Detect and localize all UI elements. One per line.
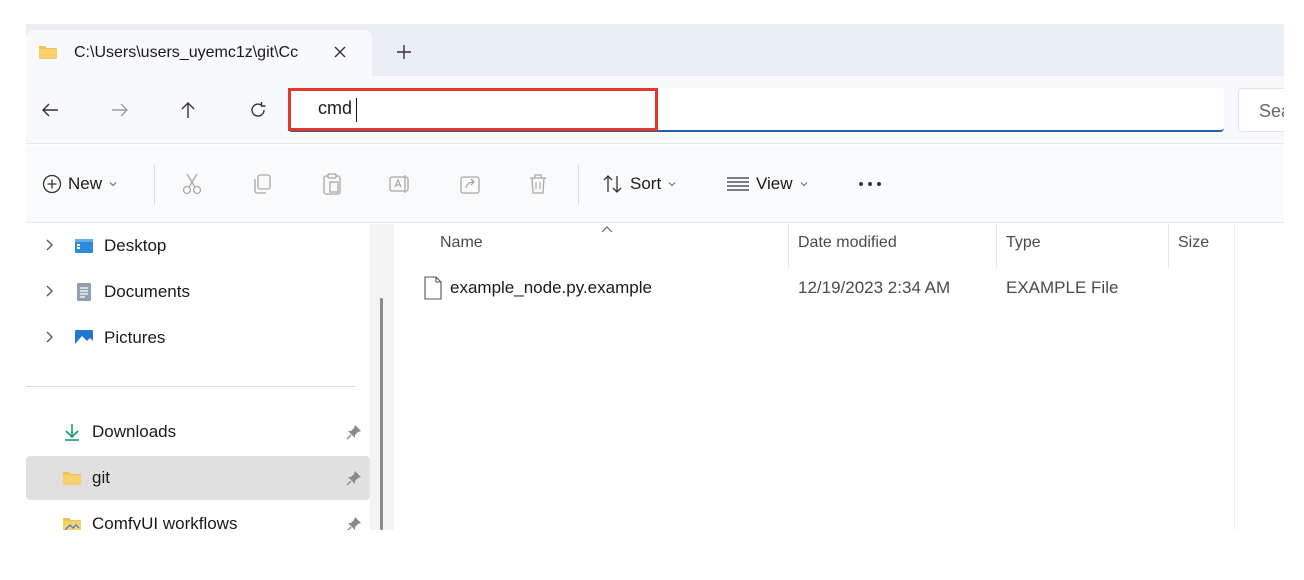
arrow-up-icon	[181, 102, 195, 118]
delete-button[interactable]	[524, 171, 552, 197]
share-icon	[460, 176, 480, 194]
table-row[interactable]: example_node.py.example 12/19/2023 2:34 …	[424, 274, 1264, 306]
file-date-modified: 12/19/2023 2:34 AM	[798, 278, 951, 297]
column-header-size[interactable]: Size	[1178, 234, 1209, 252]
toolbar-divider	[154, 165, 155, 205]
nav-item-pictures[interactable]: Pictures	[26, 316, 370, 360]
chevron-down-icon	[668, 182, 676, 187]
folder-icon	[63, 518, 81, 530]
column-divider[interactable]	[1168, 224, 1169, 268]
more-options-button[interactable]	[856, 171, 884, 197]
column-divider[interactable]	[996, 224, 997, 268]
nav-item-comfyui-workflows[interactable]: ComfyUI workflows	[26, 502, 370, 530]
documents-icon	[77, 283, 91, 301]
search-placeholder: Sea	[1259, 101, 1284, 121]
column-header-name[interactable]: Name	[440, 234, 483, 252]
list-view-icon	[727, 177, 749, 191]
navigation-pane: Desktop Documents Pictures Downloads git…	[26, 224, 394, 530]
command-bar: New Sort View	[26, 145, 1284, 223]
plus-circle-icon	[42, 174, 62, 194]
pictures-icon	[75, 330, 93, 346]
nav-scrollbar[interactable]	[370, 224, 394, 530]
column-header-type[interactable]: Type	[1006, 234, 1041, 252]
nav-item-desktop[interactable]: Desktop	[26, 224, 370, 268]
new-label: New	[68, 174, 103, 193]
copy-icon	[254, 174, 271, 194]
file-type: EXAMPLE File	[1006, 278, 1119, 297]
file-list: Name Date modified Type Size example_nod…	[394, 224, 1284, 530]
sort-label: Sort	[630, 174, 662, 193]
nav-label: Documents	[104, 282, 190, 301]
chevron-right-icon	[46, 331, 53, 343]
chevron-right-icon	[46, 285, 53, 297]
arrow-right-icon	[112, 103, 128, 117]
share-button[interactable]	[456, 171, 484, 197]
tab-title: C:\Users\users_uyemc1z\git\Cc	[74, 44, 299, 61]
tab-active[interactable]: C:\Users\users_uyemc1z\git\Cc	[26, 30, 372, 76]
nav-item-downloads[interactable]: Downloads	[26, 410, 370, 454]
pin-icon	[346, 425, 361, 440]
pin-icon	[347, 517, 361, 530]
nav-item-documents[interactable]: Documents	[26, 270, 370, 314]
refresh-button[interactable]	[242, 96, 274, 124]
forward-button[interactable]	[104, 96, 136, 124]
view-button[interactable]: View	[726, 169, 809, 199]
scissors-icon	[182, 173, 202, 195]
file-name: example_node.py.example	[450, 278, 652, 297]
download-icon	[65, 424, 79, 441]
search-box[interactable]: Sea	[1238, 88, 1284, 132]
rename-icon	[389, 175, 409, 193]
folder-icon	[39, 46, 57, 59]
up-button[interactable]	[172, 96, 204, 124]
clipboard-icon	[323, 173, 341, 195]
plus-icon	[397, 45, 411, 59]
nav-item-git[interactable]: git	[26, 456, 370, 500]
new-button[interactable]: New	[42, 169, 118, 199]
nav-label: git	[92, 468, 110, 487]
sort-icon	[603, 175, 622, 193]
sort-ascending-icon	[601, 226, 613, 233]
more-icon	[859, 182, 881, 186]
nav-label: Downloads	[92, 422, 177, 441]
nav-label: Pictures	[104, 328, 166, 347]
desktop-icon	[75, 239, 93, 253]
chevron-down-icon	[109, 182, 117, 187]
folder-icon	[63, 472, 81, 485]
scrollbar-thumb[interactable]	[380, 298, 383, 530]
new-tab-button[interactable]	[390, 38, 418, 66]
rename-button[interactable]	[386, 171, 414, 197]
cut-button[interactable]	[178, 171, 206, 197]
close-icon	[334, 46, 346, 58]
column-header-date[interactable]: Date modified	[798, 234, 897, 252]
chevron-right-icon	[46, 239, 53, 251]
sort-button[interactable]: Sort	[602, 169, 677, 199]
back-button[interactable]	[34, 96, 66, 124]
chevron-down-icon	[800, 182, 807, 187]
refresh-icon	[251, 102, 266, 117]
trash-icon	[530, 174, 546, 194]
arrow-left-icon	[42, 103, 58, 117]
tab-strip: C:\Users\users_uyemc1z\git\Cc	[26, 24, 1284, 76]
column-divider	[1234, 224, 1235, 530]
column-divider[interactable]	[788, 224, 789, 268]
file-explorer-window: C:\Users\users_uyemc1z\git\Cc cmd Se New…	[26, 24, 1284, 530]
file-icon	[424, 276, 442, 300]
view-label: View	[756, 174, 793, 193]
nav-divider	[26, 386, 356, 387]
nav-label: ComfyUI workflows	[92, 514, 238, 530]
close-tab-button[interactable]	[326, 38, 354, 66]
address-highlight-box	[288, 88, 658, 131]
pin-icon	[346, 471, 361, 486]
toolbar-divider	[578, 165, 579, 205]
paste-button[interactable]	[318, 171, 346, 197]
copy-button[interactable]	[248, 171, 276, 197]
nav-label: Desktop	[104, 236, 167, 255]
